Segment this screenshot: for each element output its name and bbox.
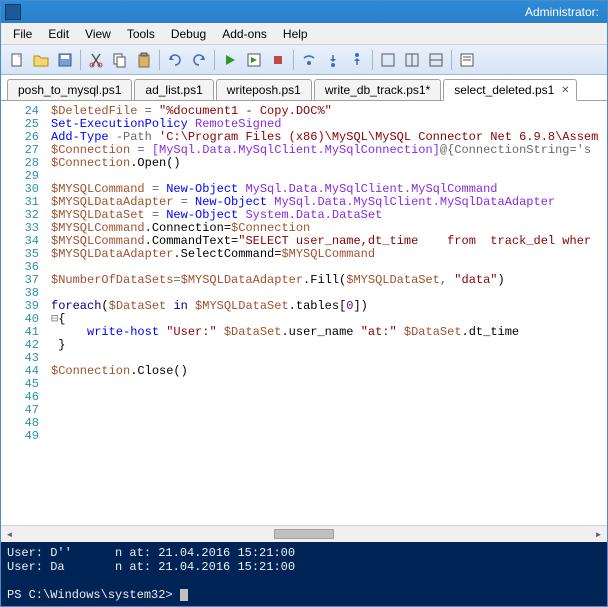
toolbar-separator bbox=[80, 50, 81, 70]
toolbar-separator bbox=[214, 50, 215, 70]
scroll-thumb[interactable] bbox=[274, 529, 334, 539]
toolbar-separator bbox=[451, 50, 452, 70]
menu-edit[interactable]: Edit bbox=[40, 25, 77, 43]
menu-file[interactable]: File bbox=[5, 25, 40, 43]
menu-help[interactable]: Help bbox=[275, 25, 316, 43]
scroll-right-arrow[interactable]: ► bbox=[590, 526, 607, 543]
tab-select-deleted[interactable]: select_deleted.ps1 ✕ bbox=[443, 79, 577, 101]
menu-view[interactable]: View bbox=[77, 25, 119, 43]
scroll-track[interactable] bbox=[18, 526, 590, 542]
run-selection-button[interactable] bbox=[243, 49, 265, 71]
toolbar-separator bbox=[159, 50, 160, 70]
step-into-button[interactable] bbox=[322, 49, 344, 71]
open-button[interactable] bbox=[30, 49, 52, 71]
run-script-button[interactable] bbox=[219, 49, 241, 71]
show-command-window-button[interactable] bbox=[456, 49, 478, 71]
redo-button[interactable] bbox=[188, 49, 210, 71]
tab-posh-to-mysql[interactable]: posh_to_mysql.ps1 bbox=[7, 79, 132, 100]
menu-bar: File Edit View Tools Debug Add-ons Help bbox=[1, 23, 607, 45]
menu-debug[interactable]: Debug bbox=[163, 25, 214, 43]
menu-tools[interactable]: Tools bbox=[119, 25, 163, 43]
code-editor[interactable]: 24 25 26 27 28 29 30 31 32 33 34 35 36 3… bbox=[1, 101, 607, 525]
paste-button[interactable] bbox=[133, 49, 155, 71]
toolbar-separator bbox=[293, 50, 294, 70]
scroll-left-arrow[interactable]: ◄ bbox=[1, 526, 18, 543]
tab-close-button[interactable]: ✕ bbox=[558, 83, 572, 97]
show-command-addon-button[interactable] bbox=[377, 49, 399, 71]
save-button[interactable] bbox=[54, 49, 76, 71]
window-title: Administrator: bbox=[25, 5, 603, 19]
step-out-button[interactable] bbox=[346, 49, 368, 71]
window-titlebar: Administrator: bbox=[1, 1, 607, 23]
console-pane[interactable]: User: D'' n at: 21.04.2016 15:21:00 User… bbox=[1, 542, 607, 606]
step-over-button[interactable] bbox=[298, 49, 320, 71]
menu-addons[interactable]: Add-ons bbox=[214, 25, 275, 43]
stop-button[interactable] bbox=[267, 49, 289, 71]
show-script-pane-max-button[interactable] bbox=[425, 49, 447, 71]
cut-button[interactable] bbox=[85, 49, 107, 71]
app-icon bbox=[5, 4, 21, 20]
new-button[interactable] bbox=[6, 49, 28, 71]
tab-ad-list[interactable]: ad_list.ps1 bbox=[134, 79, 213, 100]
tab-writeposh[interactable]: writeposh.ps1 bbox=[216, 79, 312, 100]
show-script-pane-button[interactable] bbox=[401, 49, 423, 71]
toolbar bbox=[1, 45, 607, 75]
tab-label: select_deleted.ps1 bbox=[454, 83, 554, 97]
undo-button[interactable] bbox=[164, 49, 186, 71]
copy-button[interactable] bbox=[109, 49, 131, 71]
tab-bar: posh_to_mysql.ps1 ad_list.ps1 writeposh.… bbox=[1, 75, 607, 101]
code-area[interactable]: $DeletedFile = "%document1 - Copy.DOC%" … bbox=[45, 101, 607, 525]
tab-write-db-track[interactable]: write_db_track.ps1* bbox=[314, 79, 441, 100]
horizontal-scrollbar[interactable]: ◄ ► bbox=[1, 525, 607, 542]
toolbar-separator bbox=[372, 50, 373, 70]
line-number-gutter: 24 25 26 27 28 29 30 31 32 33 34 35 36 3… bbox=[1, 101, 45, 525]
